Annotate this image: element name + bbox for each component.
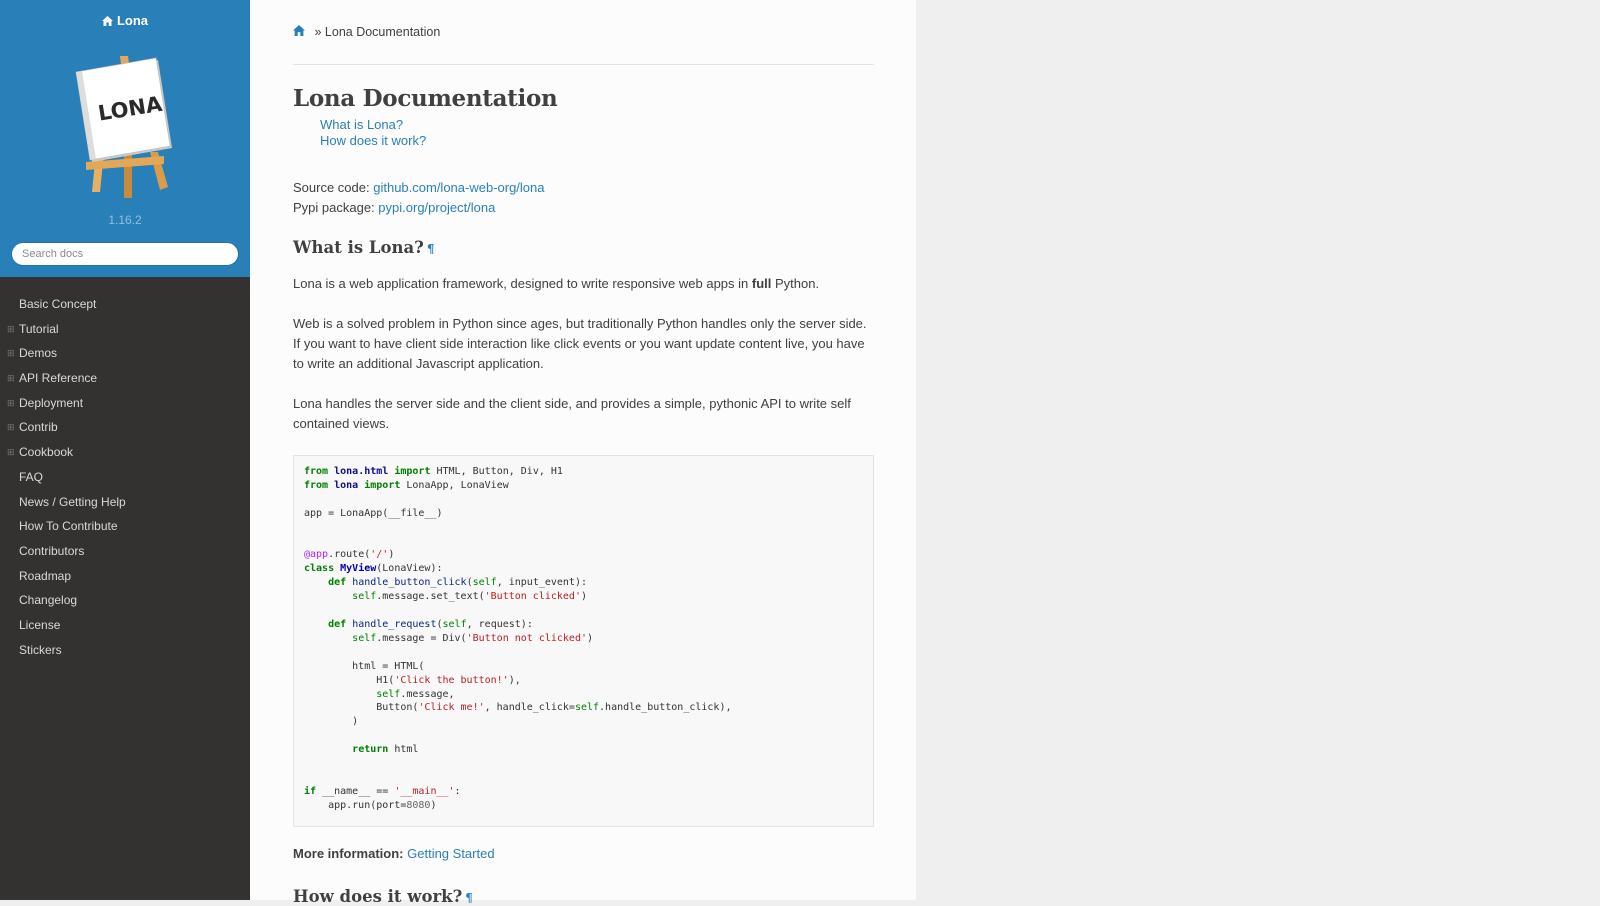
sidebar-item-how-to-contribute[interactable]: How To Contribute [0,514,250,539]
divider [293,64,874,65]
para-bold: full [751,276,772,291]
table-of-contents: What is Lona? How does it work? [320,117,426,149]
sidebar-item-news[interactable]: News / Getting Help [0,490,250,515]
sidebar-item-faq[interactable]: FAQ [0,465,250,490]
home-icon[interactable] [293,25,305,39]
sidebar-item-deployment[interactable]: ⊞ Deployment [0,391,250,416]
source-code-link[interactable]: github.com/lona-web-org/lona [373,180,544,195]
para-text: Python. [771,276,820,291]
code-block: from lona.html import HTML, Button, Div,… [293,455,874,827]
sidebar-item-label: Deployment [19,395,84,410]
sidebar-item-contrib[interactable]: ⊞ Contrib [0,415,250,440]
sidebar-item-label: Demos [19,346,58,361]
page-title: Lona Documentation [293,85,558,112]
expand-icon[interactable]: ⊞ [7,341,15,366]
more-label: More information: [293,846,404,861]
more-information: More information: Getting Started [293,846,495,861]
breadcrumb-current: Lona Documentation [324,25,441,39]
sidebar-item-label: Tutorial [19,321,59,336]
permalink-icon[interactable]: ¶ [427,242,435,256]
toc-link-what-is-lona[interactable]: What is Lona? [320,117,403,132]
sidebar-item-label: Roadmap [19,568,72,583]
section-heading-what-is-lona: What is Lona? ¶ [293,238,435,257]
sidebar-item-label: Stickers [19,642,62,657]
expand-icon[interactable]: ⊞ [7,317,15,342]
source-code-label: Source code: [293,180,370,195]
brand-link[interactable]: Lona [101,13,149,29]
expand-icon[interactable]: ⊞ [7,440,15,465]
sidebar-item-license[interactable]: License [0,613,250,638]
sidebar-nav: Basic Concept ⊞ Tutorial ⊞ Demos ⊞ API Refe… [0,277,250,662]
sidebar-item-cookbook[interactable]: ⊞ Cookbook [0,440,250,465]
sidebar-item-label: Changelog [19,593,78,608]
project-links: Source code: github.com/lona-web-org/lon… [293,178,545,218]
client-server-paragraph: Lona handles the server side and the cli… [293,396,851,431]
sidebar-item-label: Contrib [19,420,58,435]
sidebar-item-label: News / Getting Help [19,494,126,509]
sidebar-item-label: Basic Concept [19,297,97,311]
sidebar-item-label: Cookbook [19,445,74,460]
breadcrumb: » Lona Documentation [293,25,440,39]
sidebar-item-basic-concept[interactable]: Basic Concept [0,292,250,317]
sidebar-item-stickers[interactable]: Stickers [0,638,250,663]
sidebar-header: Lona LONA 1.16.2 [0,0,250,277]
sidebar: Lona LONA 1.16.2 Basic Concept ⊞ Tutorial… [0,0,250,900]
main-content: » Lona Documentation Lona Documentation … [250,0,916,906]
sidebar-item-demos[interactable]: ⊞ Demos [0,341,250,366]
sidebar-item-label: FAQ [19,469,44,484]
sidebar-item-label: API Reference [19,371,98,386]
toc-link-how-does-it-work[interactable]: How does it work? [320,133,426,148]
sidebar-item-api-reference[interactable]: ⊞ API Reference [0,366,250,391]
breadcrumb-separator: » [314,25,322,39]
section-title: What is Lona? [293,238,424,257]
page-background [916,0,1600,900]
para-text: Lona is a web application framework, des… [293,276,752,291]
version-label: 1.16.2 [108,213,142,227]
expand-icon[interactable]: ⊞ [7,366,15,391]
sidebar-item-contributors[interactable]: Contributors [0,539,250,564]
expand-icon[interactable]: ⊞ [7,415,15,440]
search-input[interactable] [11,242,239,266]
easel-icon [75,56,172,198]
section-heading-how-does-it-work: How does it work? ¶ [293,887,473,906]
sidebar-item-label: How To Contribute [19,519,118,534]
intro-paragraph: Lona is a web application framework, des… [293,274,874,294]
brand-label: Lona [116,13,149,28]
sidebar-item-label: Contributors [19,543,85,558]
sidebar-item-tutorial[interactable]: ⊞ Tutorial [0,317,250,342]
sidebar-item-label: License [19,617,61,632]
home-icon [101,14,113,29]
getting-started-link[interactable]: Getting Started [407,846,494,861]
lona-logo[interactable]: LONA [72,52,178,202]
pypi-link[interactable]: pypi.org/project/lona [378,200,495,215]
pypi-label: Pypi package: [293,200,375,215]
expand-icon[interactable]: ⊞ [7,391,15,416]
web-paragraph: Web is a solved problem in Python since … [293,316,867,371]
permalink-icon[interactable]: ¶ [465,891,473,905]
sidebar-item-changelog[interactable]: Changelog [0,588,250,613]
sidebar-item-roadmap[interactable]: Roadmap [0,564,250,589]
section-title: How does it work? [293,887,463,906]
